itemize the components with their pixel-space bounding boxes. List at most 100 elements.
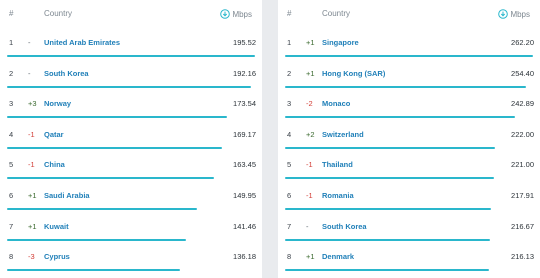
speed-value: 141.46 [233,221,256,231]
speed-bar [7,238,187,241]
table-header: # Country Mbps [0,0,262,28]
country-link[interactable]: Thailand [322,160,353,169]
table-header: # Country Mbps [278,0,540,28]
speed-bar [7,85,251,88]
table-row[interactable]: 5 -1 Thailand 221.00 [278,152,540,183]
rank-change: - [28,68,31,78]
speed-bar [285,238,490,241]
rank-change: - [28,38,31,47]
speed-bar [7,146,222,149]
rank-number: 8 [9,252,14,262]
table-row[interactable]: 4 -1 Qatar 169.17 [0,122,262,153]
country-link[interactable]: Monaco [322,99,350,108]
rank-number: 1 [287,38,292,47]
rank-number: 6 [9,190,14,200]
rank-change: +3 [28,99,37,109]
rank-number: 4 [9,129,14,139]
column-header-rank: # [287,9,292,18]
rank-change: +1 [306,38,315,47]
country-link[interactable]: Romania [322,191,354,200]
table-row[interactable]: 8 +1 Denmark 216.13 [278,244,540,275]
rank-change: -1 [28,160,35,170]
country-link[interactable]: South Korea [44,69,89,78]
table-row[interactable]: 2 - South Korea 192.16 [0,61,262,92]
country-link[interactable]: South Korea [322,222,367,231]
country-link[interactable]: Qatar [44,130,64,139]
column-header-rank: # [9,9,14,18]
table-row[interactable]: 1 +1 Singapore 262.20 [278,30,540,61]
speed-value: 136.18 [233,252,256,262]
rank-change: +1 [306,252,315,262]
country-link[interactable]: Hong Kong (SAR) [322,69,385,78]
rank-number: 2 [287,68,292,78]
speed-bar [285,269,490,272]
rank-change: - [306,221,309,231]
speed-bar [285,177,495,180]
rank-change: +1 [306,68,315,78]
country-link[interactable]: China [44,160,65,169]
country-link[interactable]: Saudi Arabia [44,191,90,200]
rank-number: 5 [9,160,14,170]
speed-bar [7,116,228,119]
table-row[interactable]: 6 -1 Romania 217.91 [278,183,540,214]
rank-number: 2 [9,68,14,78]
speed-bar [285,207,492,210]
country-link[interactable]: Cyprus [44,252,70,261]
speed-bar [285,116,515,119]
speed-bar [285,146,496,149]
table-row[interactable]: 3 -2 Monaco 242.89 [278,91,540,122]
speed-value: 217.91 [511,190,534,200]
country-link[interactable]: Singapore [322,38,359,47]
table-body: 1 - United Arab Emirates 195.52 2 - South Kore… [0,30,262,275]
column-header-speed: Mbps [220,9,252,19]
rank-change: -1 [306,160,313,170]
table-row[interactable]: 7 - South Korea 216.67 [278,214,540,245]
download-circle-icon [220,9,231,19]
speed-value: 216.13 [511,252,534,262]
unit-label: Mbps [232,9,252,19]
country-link[interactable]: Norway [44,99,71,108]
country-link[interactable]: Denmark [322,252,354,261]
speed-bar [285,85,526,88]
country-link[interactable]: United Arab Emirates [44,38,120,47]
table-body: 1 +1 Singapore 262.20 2 +1 Hong Kong (SAR) 254.… [278,30,540,275]
rank-number: 7 [287,221,292,231]
rank-change: -1 [28,129,35,139]
table-row[interactable]: 2 +1 Hong Kong (SAR) 254.40 [278,61,540,92]
rank-change: -2 [306,99,313,109]
column-header-country: Country [44,9,73,18]
speed-value: 262.20 [511,38,534,47]
speed-value: 222.00 [511,129,534,139]
speed-value: 149.95 [233,190,256,200]
ranking-table-right: # Country Mbps 1 +1 Singapore 262.20 2 +1 Hong… [278,0,540,278]
speed-value: 192.16 [233,68,256,78]
speed-value: 163.45 [233,160,256,170]
rank-change: -1 [306,190,313,200]
rank-number: 3 [287,99,292,109]
table-row[interactable]: 7 +1 Kuwait 141.46 [0,214,262,245]
speed-bar [7,269,180,272]
rank-number: 1 [9,38,14,47]
rank-number: 7 [9,221,14,231]
table-row[interactable]: 4 +2 Switzerland 222.00 [278,122,540,153]
speed-value: 221.00 [511,160,534,170]
rank-number: 5 [287,160,292,170]
table-row[interactable]: 1 - United Arab Emirates 195.52 [0,30,262,61]
table-row[interactable]: 3 +3 Norway 173.54 [0,91,262,122]
column-header-speed: Mbps [498,9,530,19]
speed-bar [7,55,255,57]
table-row[interactable]: 6 +1 Saudi Arabia 149.95 [0,183,262,214]
speed-value: 169.17 [233,129,256,139]
speed-value: 242.89 [511,99,534,109]
speed-value: 173.54 [233,99,256,109]
unit-label: Mbps [510,9,530,19]
speed-bar [7,207,198,210]
table-row[interactable]: 8 -3 Cyprus 136.18 [0,244,262,275]
rankings-view: # Country Mbps 1 - United Arab Emirates 195… [0,0,540,278]
country-link[interactable]: Kuwait [44,222,69,231]
rank-number: 6 [287,190,292,200]
download-circle-icon [498,9,509,19]
table-row[interactable]: 5 -1 China 163.45 [0,152,262,183]
speed-value: 216.67 [511,221,534,231]
country-link[interactable]: Switzerland [322,130,364,139]
